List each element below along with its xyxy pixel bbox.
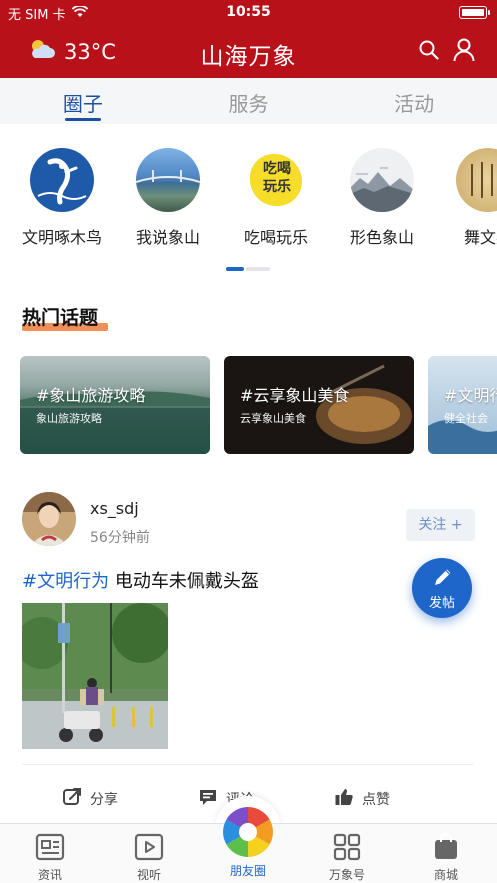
topic-title: #云享象山美食 (240, 386, 350, 405)
topic-card[interactable]: #文明行 健全社会 (428, 356, 497, 454)
circle-label: 我说象山 (135, 228, 200, 247)
status-time: 10:55 (226, 4, 271, 20)
topic-card[interactable]: #云享象山美食 云享象山美食 (224, 356, 414, 454)
circle-item-literature[interactable]: 舞文弄 (436, 148, 497, 248)
post-text: #文明行为 电动车未佩戴头盔 (22, 567, 259, 593)
camera-aperture-icon (220, 804, 276, 860)
topic-title: #文明行 (444, 386, 497, 405)
topic-card[interactable]: #象山旅游攻略 象山旅游攻略 (20, 356, 210, 454)
top-tabs: 圈子 服务 活动 (0, 78, 497, 124)
create-post-label: 发帖 (428, 596, 455, 611)
woodpecker-logo-image (30, 148, 94, 212)
topic-title: #象山旅游攻略 (36, 386, 146, 405)
nav-label: 视听 (136, 868, 161, 882)
share-label: 分享 (90, 792, 118, 808)
avatar[interactable] (22, 492, 76, 546)
nav-item-mall[interactable]: 商城 (411, 832, 481, 883)
post-time: 56分钟前 (90, 530, 150, 546)
post-divider (22, 764, 474, 765)
bridge-photo-image (136, 148, 200, 212)
food-fun-badge-text: 吃喝玩乐 (263, 161, 291, 195)
nav-item-video[interactable]: 视听 (114, 832, 184, 883)
tab-circles[interactable]: 圈子 (0, 78, 166, 124)
create-post-button[interactable]: 发帖 (412, 558, 472, 618)
hot-topics-title: 热门话题 (22, 303, 108, 331)
topic-subtitle: 象山旅游攻略 (36, 412, 102, 425)
bottom-nav: 资讯 视听 朋友圈 万象号 商城 (0, 807, 497, 883)
share-button[interactable]: 分享 (62, 787, 118, 811)
grid-icon (332, 832, 362, 862)
circle-item-food-fun[interactable]: 吃喝玩乐 吃喝玩乐 (224, 148, 328, 248)
hot-topics-list: #象山旅游攻略 象山旅游攻略 #云享象山美食 云享象山美食 #文明行 健全社会 (20, 356, 497, 456)
shopping-bag-icon (431, 832, 461, 862)
share-icon (62, 787, 82, 811)
nav-item-accounts[interactable]: 万象号 (312, 832, 382, 883)
news-icon (35, 832, 65, 862)
like-button[interactable]: 点赞 (334, 787, 390, 811)
indicator-track (246, 267, 270, 271)
header-actions (419, 38, 475, 66)
circle-item-shapes-colors[interactable]: 形色象山 (330, 148, 434, 248)
post-username[interactable]: xs_sdj (90, 499, 139, 518)
indicator-active (226, 267, 244, 271)
thumbs-up-icon (334, 787, 354, 811)
nav-label: 商城 (433, 868, 458, 882)
follow-button[interactable]: 关注 + (406, 509, 475, 541)
post-hashtag[interactable]: #文明行为 (22, 571, 109, 592)
play-icon (134, 832, 164, 862)
food-fun-badge: 吃喝玩乐 (244, 148, 308, 212)
circle-label: 吃喝玩乐 (243, 228, 308, 247)
ink-landscape-image (350, 148, 414, 212)
pencil-icon (432, 566, 454, 592)
battery-icon (459, 6, 490, 19)
circle-list: 文明啄木鸟 我说象山 吃喝玩乐 吃喝玩乐 形色象山 舞文弄 (0, 148, 497, 268)
carousel-indicator (226, 267, 270, 271)
tab-services[interactable]: 服务 (166, 78, 332, 124)
circle-item-talk-xiangshan[interactable]: 我说象山 (116, 148, 220, 248)
nav-item-friends[interactable]: 朋友圈 (213, 804, 283, 879)
app-header: 无 SIM 卡 10:55 33°C 山海万象 (0, 0, 497, 78)
topic-subtitle: 云享象山美食 (240, 412, 306, 425)
user-icon[interactable] (453, 38, 475, 66)
hot-topics-title-text: 热门话题 (22, 307, 99, 329)
tab-activities[interactable]: 活动 (331, 78, 497, 124)
circle-label: 文明啄木鸟 (21, 228, 102, 247)
nav-label: 朋友圈 (229, 864, 266, 878)
status-bar: 无 SIM 卡 10:55 (0, 0, 497, 26)
nav-item-news[interactable]: 资讯 (15, 832, 85, 883)
nav-label: 万象号 (328, 868, 365, 882)
topic-subtitle: 健全社会 (444, 412, 488, 425)
circle-label: 形色象山 (349, 228, 414, 247)
circle-label: 舞文弄 (463, 228, 497, 247)
circle-item-woodpecker[interactable]: 文明啄木鸟 (10, 148, 114, 248)
nav-label: 资讯 (37, 868, 62, 882)
like-label: 点赞 (362, 792, 390, 808)
post-photo[interactable] (22, 603, 168, 749)
search-icon[interactable] (419, 40, 439, 64)
post-body: 电动车未佩戴头盔 (109, 571, 259, 592)
calligraphy-image (456, 148, 497, 212)
